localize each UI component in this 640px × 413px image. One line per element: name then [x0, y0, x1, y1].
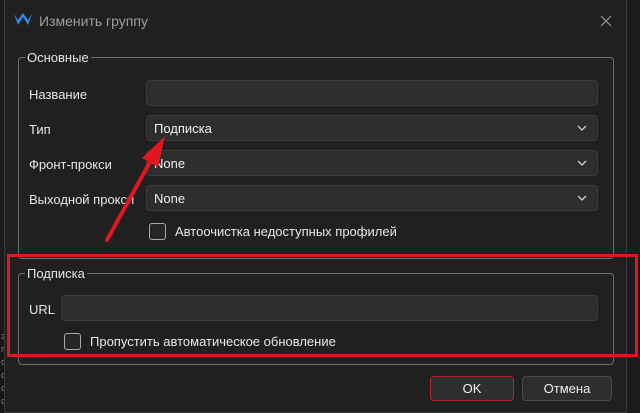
- front-proxy-label: Фронт-прокси: [29, 157, 112, 172]
- exit-proxy-select-value: None: [154, 190, 186, 206]
- url-label: URL: [29, 302, 56, 317]
- type-label: Тип: [29, 122, 51, 137]
- autoclean-checkbox-label: Автоочистка недоступных профилей: [175, 224, 397, 239]
- subscription-group-legend: Подписка: [27, 266, 85, 281]
- chevron-down-icon: [577, 195, 587, 201]
- close-icon: [600, 15, 612, 27]
- name-input[interactable]: [146, 80, 598, 106]
- exit-proxy-select[interactable]: None: [146, 185, 598, 211]
- cancel-button[interactable]: Отмена: [522, 376, 612, 401]
- type-select-value: Подписка: [154, 120, 212, 136]
- close-button[interactable]: [593, 8, 619, 34]
- title-bar: Изменить группу: [5, 0, 626, 42]
- url-input[interactable]: [61, 295, 598, 321]
- skip-update-checkbox-label: Пропустить автоматическое обновление: [90, 334, 336, 349]
- window-title: Изменить группу: [39, 13, 148, 29]
- autoclean-checkbox-box[interactable]: [149, 223, 166, 240]
- app-logo-icon: [13, 12, 33, 28]
- skip-update-checkbox-box[interactable]: [64, 333, 81, 350]
- chevron-down-icon: [577, 160, 587, 166]
- name-label: Название: [29, 87, 88, 102]
- type-select[interactable]: Подписка: [146, 115, 598, 141]
- front-proxy-select[interactable]: None: [146, 150, 598, 176]
- skip-update-checkbox[interactable]: Пропустить автоматическое обновление: [64, 333, 336, 350]
- exit-proxy-label: Выходной прокси: [29, 192, 135, 207]
- main-group-legend: Основные: [27, 50, 89, 65]
- autoclean-checkbox[interactable]: Автоочистка недоступных профилей: [149, 223, 397, 240]
- front-proxy-select-value: None: [154, 155, 186, 171]
- chevron-down-icon: [577, 125, 587, 131]
- edit-group-dialog: Изменить группу Основные Название Тип По…: [4, 0, 627, 413]
- ok-button[interactable]: OK: [430, 376, 514, 401]
